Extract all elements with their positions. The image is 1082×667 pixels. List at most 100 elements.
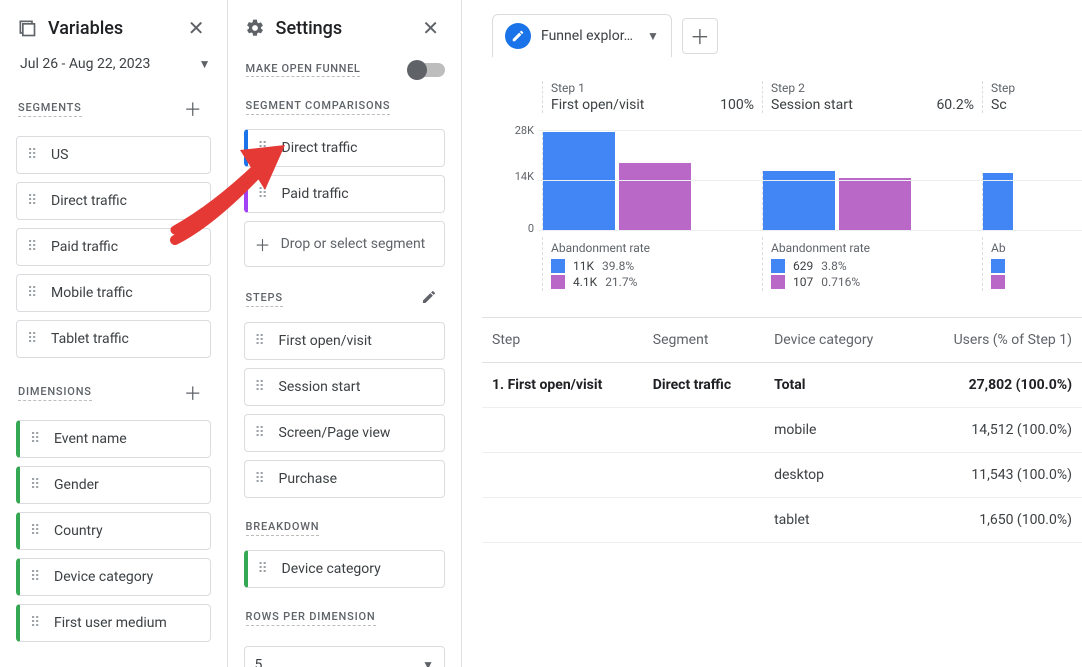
dimension-chip[interactable]: ⠿First user medium	[16, 604, 211, 642]
chip-label: Screen/Page view	[279, 425, 391, 441]
chip-label: Tablet traffic	[51, 331, 129, 347]
settings-title: Settings	[276, 18, 343, 39]
table-row: desktop11,543 (100.0%)	[482, 453, 1082, 498]
dimension-chip[interactable]: ⠿Device category	[16, 558, 211, 596]
table-cell: 27,802 (100.0%)	[911, 363, 1082, 408]
table-cell	[482, 453, 643, 498]
table-header: Device category	[764, 318, 911, 363]
tab-funnel-exploration[interactable]: Funnel explor… ▼	[492, 14, 672, 57]
dimensions-heading: DIMENSIONS	[18, 385, 92, 401]
drop-segment-target[interactable]: ＋Drop or select segment	[244, 221, 445, 267]
legend-swatch	[771, 259, 785, 273]
chip-label: Gender	[54, 477, 99, 493]
chart-step-header: Step 2 Session start 60.2%	[762, 81, 982, 113]
segment-comparison-chip[interactable]: ⠿Paid traffic	[244, 175, 445, 213]
funnel-table: StepSegmentDevice categoryUsers (% of St…	[482, 318, 1082, 543]
dimension-chip[interactable]: ⠿ Country	[16, 512, 211, 550]
breakdown-chip[interactable]: ⠿ Device category	[244, 550, 445, 588]
chevron-down-icon: ▼	[647, 29, 659, 43]
table-cell: 11,543 (100.0%)	[911, 453, 1082, 498]
chip-label: Device category	[54, 569, 153, 585]
grip-icon: ⠿	[30, 616, 44, 630]
grip-icon: ⠿	[30, 432, 44, 446]
table-header: Users (% of Step 1)	[911, 318, 1082, 363]
add-dimension-button[interactable]: ＋	[178, 380, 209, 406]
grip-icon: ⠿	[258, 187, 272, 201]
segment-comparisons-heading: SEGMENT COMPARISONS	[246, 99, 391, 115]
chip-label: Paid traffic	[51, 239, 118, 255]
table-cell: mobile	[764, 408, 911, 453]
table-cell: 14,512 (100.0%)	[911, 408, 1082, 453]
close-icon[interactable]: ✕	[182, 14, 211, 42]
rows-value: 5	[255, 657, 263, 667]
rows-heading: ROWS PER DIMENSION	[246, 610, 376, 626]
step-chip[interactable]: ⠿Purchase	[244, 460, 445, 498]
chip-label: Session start	[279, 379, 361, 395]
segment-chip[interactable]: ⠿Direct traffic	[16, 182, 211, 220]
step-sub: Step 2	[771, 81, 974, 95]
segment-chip[interactable]: ⠿ Mobile traffic	[16, 274, 211, 312]
chip-label: First open/visit	[279, 333, 372, 349]
step-chip[interactable]: ⠿Screen/Page view	[244, 414, 445, 452]
chip-label: Direct traffic	[282, 140, 358, 156]
abandonment-title: Abandonment rate	[771, 241, 974, 255]
close-icon[interactable]: ✕	[416, 14, 445, 42]
chip-label: Mobile traffic	[51, 285, 133, 301]
steps-heading: STEPS	[246, 291, 283, 307]
grip-icon: ⠿	[27, 286, 41, 300]
step-chip[interactable]: ⠿ First open/visit	[244, 322, 445, 360]
grip-icon: ⠿	[255, 380, 269, 394]
abandonment-col: Abandonment rate11K39.8%4.1K21.7%	[542, 237, 762, 291]
chart-step-header: StepSc	[982, 81, 1082, 113]
abandonment-title: Abandonment rate	[551, 241, 754, 255]
chip-label: Purchase	[279, 471, 337, 487]
dimension-chip[interactable]: ⠿ Gender	[16, 466, 211, 504]
table-cell: Direct traffic	[643, 363, 764, 408]
legend-swatch	[991, 259, 1005, 273]
ab-rate: 0.716%	[821, 275, 860, 289]
bar	[543, 132, 615, 231]
breakdown-heading: BREAKDOWN	[246, 520, 320, 536]
variables-title: Variables	[48, 18, 123, 39]
dimension-chip[interactable]: ⠿Event name	[16, 420, 211, 458]
table-cell: desktop	[764, 453, 911, 498]
segment-comparison-chip[interactable]: ⠿ Direct traffic	[244, 129, 445, 167]
segment-chip[interactable]: ⠿ Paid traffic	[16, 228, 211, 266]
grip-icon: ⠿	[27, 240, 41, 254]
table-cell	[643, 453, 764, 498]
table-cell: 1. First open/visit	[482, 363, 643, 408]
bar-group	[982, 173, 1082, 231]
bar	[619, 163, 691, 231]
date-range-picker[interactable]: Jul 26 - Aug 22, 2023 ▼	[0, 56, 227, 84]
step-chip[interactable]: ⠿ Session start	[244, 368, 445, 406]
step-title: Session start	[771, 97, 853, 113]
grip-icon: ⠿	[27, 332, 41, 346]
segment-chip[interactable]: ⠿US	[16, 136, 211, 174]
add-tab-button[interactable]: ＋	[682, 18, 718, 54]
bar	[839, 178, 911, 231]
grip-icon: ⠿	[30, 524, 44, 538]
step-pct: 60.2%	[936, 97, 974, 113]
step-title: First open/visit	[551, 97, 644, 113]
table-row: mobile14,512 (100.0%)	[482, 408, 1082, 453]
grip-icon: ⠿	[30, 478, 44, 492]
table-cell: 1,650 (100.0%)	[911, 498, 1082, 543]
add-segment-button[interactable]: ＋	[178, 96, 209, 122]
table-cell: Total	[764, 363, 911, 408]
grip-icon: ⠿	[255, 334, 269, 348]
ab-count: 629	[793, 259, 813, 273]
table-cell	[482, 408, 643, 453]
ab-rate: 3.8%	[821, 259, 846, 273]
legend-swatch	[771, 275, 785, 289]
open-funnel-toggle[interactable]	[411, 63, 445, 77]
table-row: 1. First open/visitDirect trafficTotal27…	[482, 363, 1082, 408]
grip-icon: ⠿	[258, 141, 272, 155]
chip-label: Country	[54, 523, 103, 539]
y-tick: 28K	[502, 124, 534, 137]
rows-per-dimension-select[interactable]: 5 ▼	[244, 646, 445, 667]
edit-steps-button[interactable]	[415, 289, 443, 308]
ab-rate: 21.7%	[605, 275, 637, 289]
segment-chip[interactable]: ⠿ Tablet traffic	[16, 320, 211, 358]
bar	[983, 173, 1013, 231]
layers-icon	[16, 17, 38, 39]
